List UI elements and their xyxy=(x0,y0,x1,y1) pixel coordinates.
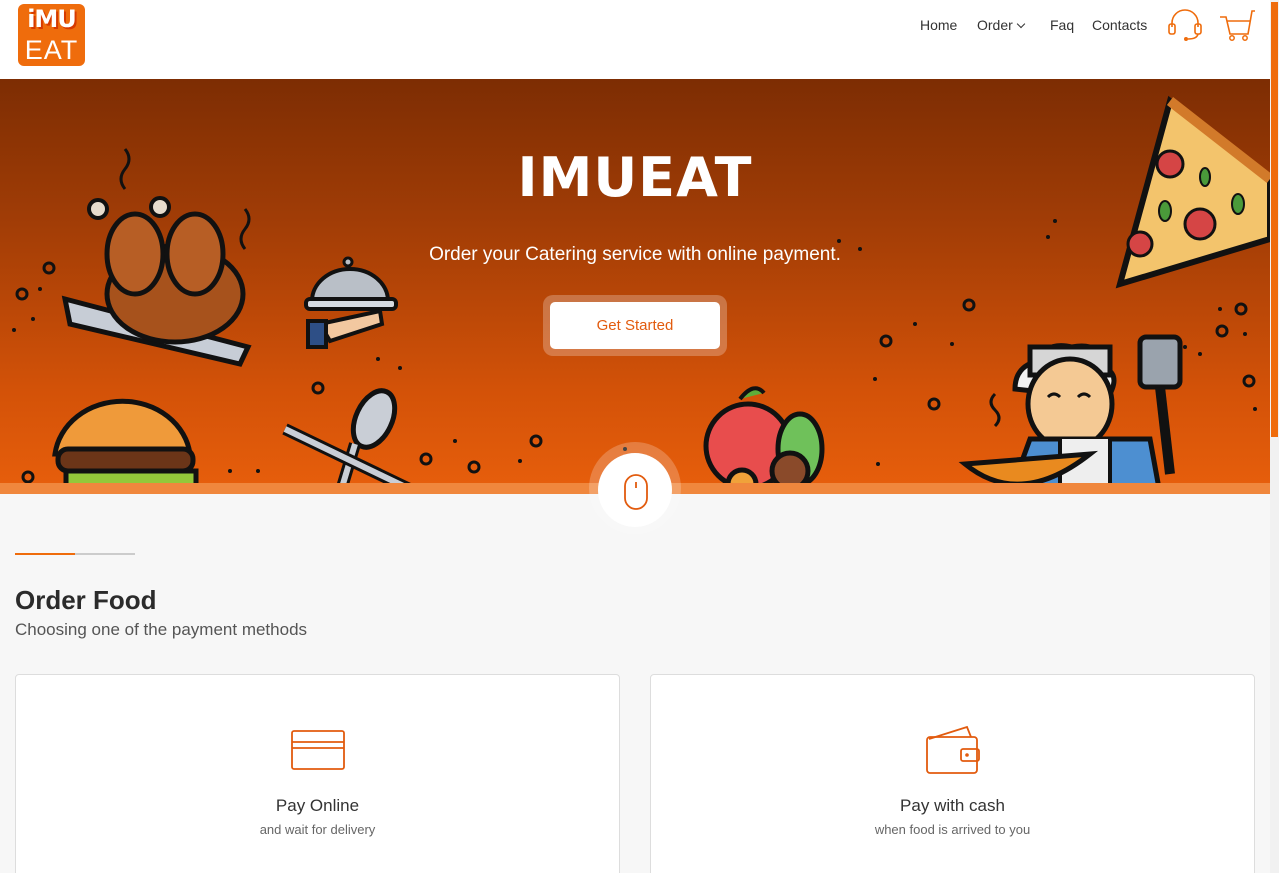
scrollbar-thumb[interactable] xyxy=(1271,2,1278,437)
section-subtitle: Choosing one of the payment methods xyxy=(15,620,308,639)
chevron-down-icon xyxy=(1016,19,1026,29)
nav-faq[interactable]: Faq xyxy=(1050,17,1074,35)
card-description: and wait for delivery xyxy=(259,822,376,837)
mouse-icon[interactable] xyxy=(623,473,649,511)
logo-top-text: iMU xyxy=(27,5,77,33)
hero-title: IMUEAT xyxy=(517,146,753,209)
hero-subtitle: Order your Catering service with online … xyxy=(429,244,841,265)
nav-contacts[interactable]: Contacts xyxy=(1092,17,1147,35)
card-title: Pay with cash xyxy=(900,796,1005,815)
cart-icon[interactable] xyxy=(1218,7,1256,43)
scrollbar[interactable] xyxy=(1270,0,1279,873)
pay-with-cash-card[interactable]: Pay with cash when food is arrived to yo… xyxy=(650,674,1255,873)
card-title: Pay Online xyxy=(275,796,360,815)
headset-icon[interactable] xyxy=(1166,7,1204,43)
section-title: Order Food xyxy=(15,585,157,615)
section-divider-accent xyxy=(15,553,75,555)
nav-home[interactable]: Home xyxy=(920,17,957,35)
wallet-icon xyxy=(925,725,980,774)
header: iMU EAT Home Order Faq Contacts xyxy=(0,0,1270,79)
nav-order-label: Order xyxy=(977,17,1013,33)
logo[interactable]: iMU EAT xyxy=(18,4,85,66)
get-started-button[interactable]: Get Started xyxy=(550,302,720,349)
food-illustrations xyxy=(12,95,1270,494)
hero-banner: IMUEAT Order your Catering service with … xyxy=(0,79,1270,494)
pay-online-card[interactable]: Pay Online and wait for delivery xyxy=(15,674,620,873)
card-description: when food is arrived to you xyxy=(874,822,1031,837)
logo-bottom-text: EAT xyxy=(24,35,79,65)
credit-card-icon xyxy=(290,730,345,770)
nav-order[interactable]: Order xyxy=(977,17,1026,35)
